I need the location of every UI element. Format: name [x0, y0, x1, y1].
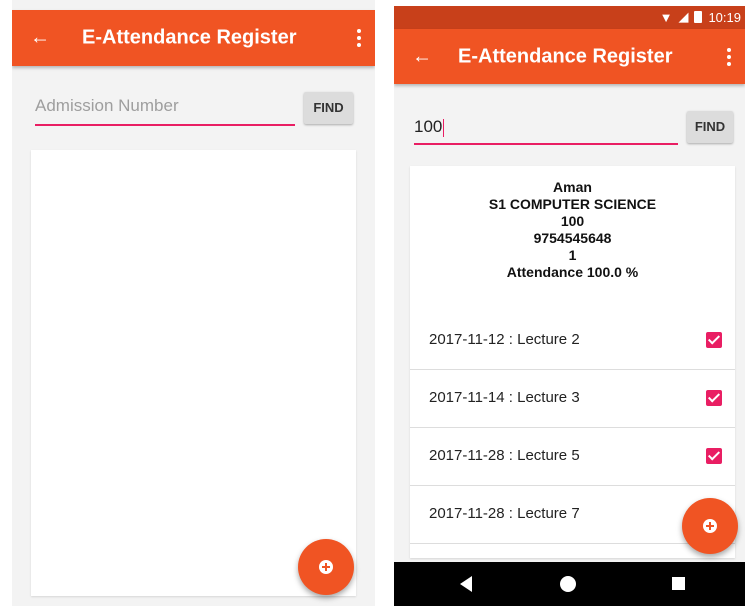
add-button[interactable]: [298, 539, 354, 595]
battery-icon: [694, 11, 703, 23]
list-item[interactable]: 2017-11-12 : Lecture 2: [410, 312, 735, 370]
find-button[interactable]: FIND: [304, 92, 353, 124]
more-vert-icon[interactable]: [357, 29, 361, 47]
status-bar: ▼ ◢ 10:19: [394, 6, 745, 29]
app-title: E-Attendance Register: [82, 26, 297, 49]
results-card: [31, 150, 356, 596]
student-admission-number: 100: [560, 213, 585, 229]
student-roll: 1: [568, 247, 577, 263]
nav-back-icon[interactable]: [460, 576, 472, 592]
admission-number-input[interactable]: 100: [414, 117, 678, 145]
admission-number-input[interactable]: Admission Number: [35, 96, 295, 126]
add-button[interactable]: [682, 498, 738, 554]
right-screen: ▼ ◢ 10:19 ← E-Attendance Register 100 FI…: [394, 6, 745, 606]
status-time: 10:19: [708, 9, 741, 25]
lecture-label: 2017-11-28 : Lecture 7: [429, 505, 580, 522]
admission-number-placeholder: Admission Number: [35, 96, 179, 115]
lecture-label: 2017-11-12 : Lecture 2: [429, 331, 580, 348]
list-item[interactable]: 2017-11-28 : Lecture 5: [410, 428, 735, 486]
lecture-checkbox[interactable]: [706, 448, 722, 464]
find-button[interactable]: FIND: [687, 111, 733, 143]
app-title: E-Attendance Register: [458, 45, 673, 67]
nav-recents-icon[interactable]: [672, 577, 685, 590]
text-cursor: [443, 118, 445, 137]
student-course: S1 COMPUTER SCIENCE: [488, 196, 657, 212]
arrow-left-icon[interactable]: ←: [28, 27, 52, 50]
nav-home-icon[interactable]: [560, 576, 576, 592]
add-circle-icon: [319, 560, 333, 574]
add-circle-icon: [703, 519, 717, 533]
more-vert-icon[interactable]: [727, 47, 731, 66]
list-item[interactable]: 2017-11-14 : Lecture 3: [410, 370, 735, 428]
system-nav-bar: [394, 562, 745, 606]
app-bar: ← E-Attendance Register: [394, 29, 745, 84]
student-name: Aman: [553, 179, 592, 195]
lecture-label: 2017-11-28 : Lecture 5: [429, 447, 580, 464]
left-screen: ← E-Attendance Register Admission Number…: [12, 0, 375, 606]
lecture-checkbox[interactable]: [706, 332, 722, 348]
signal-icon: ◢: [678, 9, 689, 24]
app-bar: ← E-Attendance Register: [12, 10, 375, 66]
student-card: Aman S1 COMPUTER SCIENCE 100 9754545648 …: [410, 166, 735, 558]
student-attendance: Attendance 100.0 %: [506, 264, 639, 280]
admission-number-value: 100: [414, 117, 443, 136]
lecture-label: 2017-11-14 : Lecture 3: [429, 389, 580, 406]
lecture-checkbox[interactable]: [706, 390, 722, 406]
student-phone: 9754545648: [533, 230, 612, 246]
wifi-icon: ▼: [659, 9, 673, 25]
arrow-left-icon[interactable]: ←: [410, 45, 434, 68]
student-info: Aman S1 COMPUTER SCIENCE 100 9754545648 …: [410, 179, 735, 281]
